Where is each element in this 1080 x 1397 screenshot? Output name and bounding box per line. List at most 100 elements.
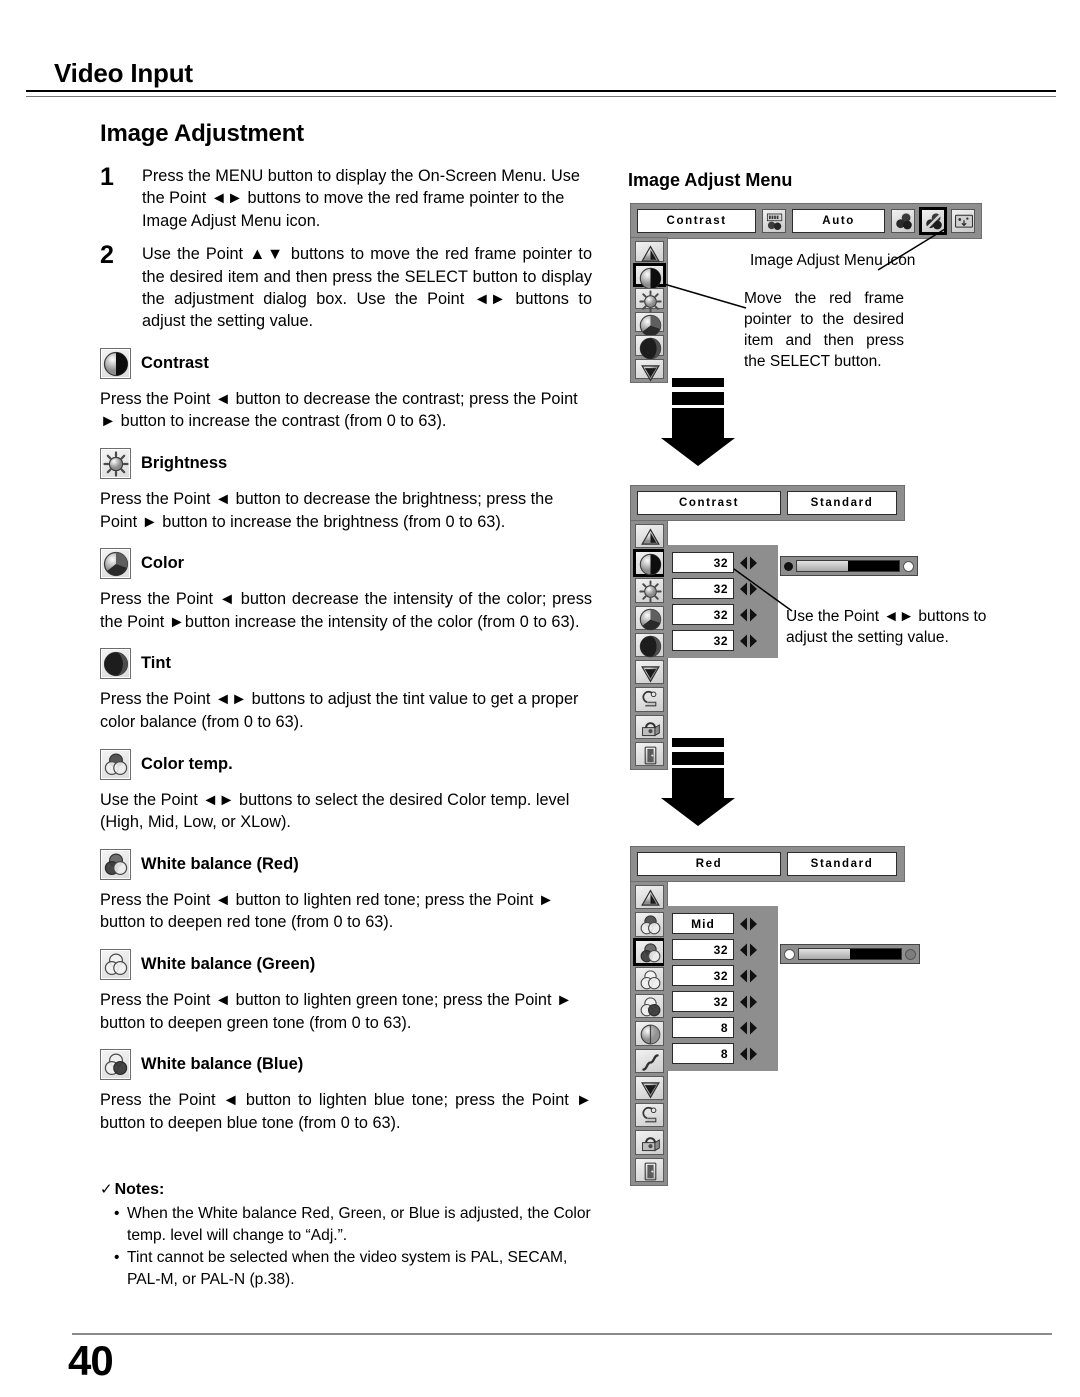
callout-pointer-text: Move the red frame pointer to the desire… bbox=[744, 290, 904, 370]
store-icon[interactable] bbox=[634, 714, 664, 739]
value-row: Mid bbox=[672, 913, 770, 934]
step-number: 1 bbox=[100, 163, 114, 191]
down-arrow-icon[interactable] bbox=[634, 358, 664, 381]
item-color-temp: Color temp. Use the Point ◄► buttons to … bbox=[100, 748, 592, 834]
left-right-arrows-icon[interactable] bbox=[740, 634, 757, 648]
down-arrow-icon[interactable] bbox=[634, 660, 664, 685]
item-title: Contrast bbox=[141, 353, 209, 372]
item-title: Brightness bbox=[141, 454, 228, 473]
sidebar-item-white-balance-blue[interactable] bbox=[634, 994, 664, 1019]
value-field[interactable]: Mid bbox=[672, 913, 734, 934]
value-field[interactable]: 32 bbox=[672, 552, 734, 573]
slider-track[interactable] bbox=[798, 948, 902, 960]
dialog-bar-row: Contrast Standard bbox=[630, 485, 905, 521]
item-title: White balance (Green) bbox=[141, 954, 316, 973]
wb-item-field[interactable]: Red bbox=[637, 852, 781, 876]
gamma-icon[interactable] bbox=[634, 1048, 664, 1073]
item-body: Press the Point ◄ button to lighten gree… bbox=[100, 990, 573, 1032]
osd-wb-bar: Red Standard bbox=[630, 846, 905, 882]
tint-icon bbox=[100, 648, 131, 680]
dialog-slider[interactable] bbox=[780, 556, 918, 576]
left-right-arrows-icon[interactable] bbox=[740, 943, 757, 957]
figure-heading: Image Adjust Menu bbox=[628, 170, 793, 190]
item-title: White balance (Red) bbox=[141, 854, 299, 873]
value-field[interactable]: 32 bbox=[672, 604, 734, 625]
sidebar-item-contrast[interactable] bbox=[632, 549, 666, 578]
value-field[interactable]: 8 bbox=[672, 1017, 734, 1038]
value-row: 8 bbox=[672, 1043, 770, 1064]
item-body: Use the Point ◄► buttons to select the d… bbox=[100, 790, 570, 832]
dialog-mode-field[interactable]: Standard bbox=[787, 491, 897, 515]
contrast-icon bbox=[100, 347, 131, 379]
wb-slider[interactable] bbox=[780, 944, 920, 964]
left-right-arrows-icon[interactable] bbox=[740, 1021, 757, 1035]
osd-wb-values: Mid 32 32 32 8 8 bbox=[664, 906, 778, 1071]
value-row: 8 bbox=[672, 1017, 770, 1038]
item-body: Press the Point ◄ button to lighten blue… bbox=[100, 1091, 592, 1132]
sharpness-icon[interactable] bbox=[634, 1021, 664, 1046]
slider-knob-right[interactable] bbox=[905, 948, 916, 960]
menu-current-item-field[interactable]: Contrast bbox=[637, 209, 757, 233]
down-arrow-icon[interactable] bbox=[634, 1075, 664, 1101]
step-text: Press the MENU button to display the On-… bbox=[142, 167, 580, 230]
sidebar-item-brightness[interactable] bbox=[634, 578, 664, 604]
callout-dialog-text: Use the Point ◄► buttons to adjust the s… bbox=[786, 608, 987, 646]
input-source-icon[interactable] bbox=[762, 209, 787, 233]
value-row: 32 bbox=[672, 939, 770, 960]
item-body: Press the Point ◄► buttons to adjust the… bbox=[100, 690, 579, 731]
header-rule bbox=[26, 90, 1056, 97]
sidebar-item-tint[interactable] bbox=[634, 335, 664, 360]
dialog-item-field[interactable]: Contrast bbox=[637, 491, 781, 515]
quit-icon[interactable] bbox=[634, 1157, 664, 1182]
up-arrow-icon[interactable] bbox=[634, 241, 664, 262]
reset-icon[interactable] bbox=[634, 1103, 664, 1128]
sidebar-item-white-balance-red[interactable] bbox=[632, 937, 666, 966]
item-white-balance-blue: White balance (Blue) Press the Point ◄ b… bbox=[100, 1049, 592, 1134]
up-arrow-icon[interactable] bbox=[634, 885, 664, 910]
notes-heading: ✓ Notes: bbox=[100, 1180, 600, 1199]
value-field[interactable]: 32 bbox=[672, 630, 734, 651]
notes-label: Notes: bbox=[114, 1181, 165, 1198]
check-icon: ✓ bbox=[100, 1181, 113, 1198]
store-icon[interactable] bbox=[634, 1130, 664, 1155]
value-row: 32 bbox=[672, 630, 770, 651]
left-right-arrows-icon[interactable] bbox=[740, 995, 757, 1009]
left-right-arrows-icon[interactable] bbox=[740, 969, 757, 983]
sidebar-item-tint[interactable] bbox=[634, 632, 664, 658]
value-field[interactable]: 8 bbox=[672, 1043, 734, 1064]
value-field[interactable]: 32 bbox=[672, 965, 734, 986]
wb-mode-field[interactable]: Standard bbox=[787, 852, 897, 876]
value-field[interactable]: 32 bbox=[672, 991, 734, 1012]
slider-track[interactable] bbox=[796, 560, 900, 572]
item-body: Press the Point ◄ button to decrease the… bbox=[100, 389, 578, 431]
sidebar-item-color-temp[interactable] bbox=[634, 912, 664, 937]
screen-icon[interactable] bbox=[951, 209, 975, 233]
color-icon bbox=[100, 548, 131, 580]
osd-dialog-sidebar bbox=[630, 520, 668, 770]
left-right-arrows-icon[interactable] bbox=[740, 1047, 757, 1061]
reset-icon[interactable] bbox=[634, 687, 664, 712]
up-arrow-icon[interactable] bbox=[634, 524, 664, 549]
item-body: Press the Point ◄ button to lighten red … bbox=[100, 890, 554, 932]
color-temp-icon bbox=[100, 748, 131, 780]
slider-rest bbox=[850, 949, 901, 959]
quit-icon[interactable] bbox=[634, 741, 664, 766]
item-title: Tint bbox=[141, 654, 171, 673]
step-1: 1 Press the MENU button to display the O… bbox=[100, 163, 592, 232]
slider-knob-left[interactable] bbox=[784, 948, 795, 960]
value-row: 32 bbox=[672, 965, 770, 986]
item-white-balance-green: White balance (Green) Press the Point ◄ … bbox=[100, 948, 592, 1034]
step-2: 2 Use the Point ▲▼ buttons to move the r… bbox=[100, 243, 592, 333]
left-right-arrows-icon[interactable] bbox=[740, 917, 757, 931]
callout-menu-icon-text: Image Adjust Menu icon bbox=[750, 252, 916, 269]
step-text: Use the Point ▲▼ buttons to move the red… bbox=[142, 245, 592, 331]
value-field[interactable]: 32 bbox=[672, 939, 734, 960]
sidebar-item-white-balance-green[interactable] bbox=[634, 966, 664, 992]
instructions-column: 1 Press the MENU button to display the O… bbox=[100, 163, 592, 1136]
notes-block: ✓Notes: When the White balance Red, Gree… bbox=[100, 1180, 600, 1291]
item-body: Press the Point ◄ button decrease the in… bbox=[100, 590, 592, 631]
brightness-icon bbox=[100, 448, 131, 480]
value-field[interactable]: 32 bbox=[672, 578, 734, 599]
slider-knob-right[interactable] bbox=[903, 560, 914, 572]
sidebar-item-color[interactable] bbox=[634, 605, 664, 630]
